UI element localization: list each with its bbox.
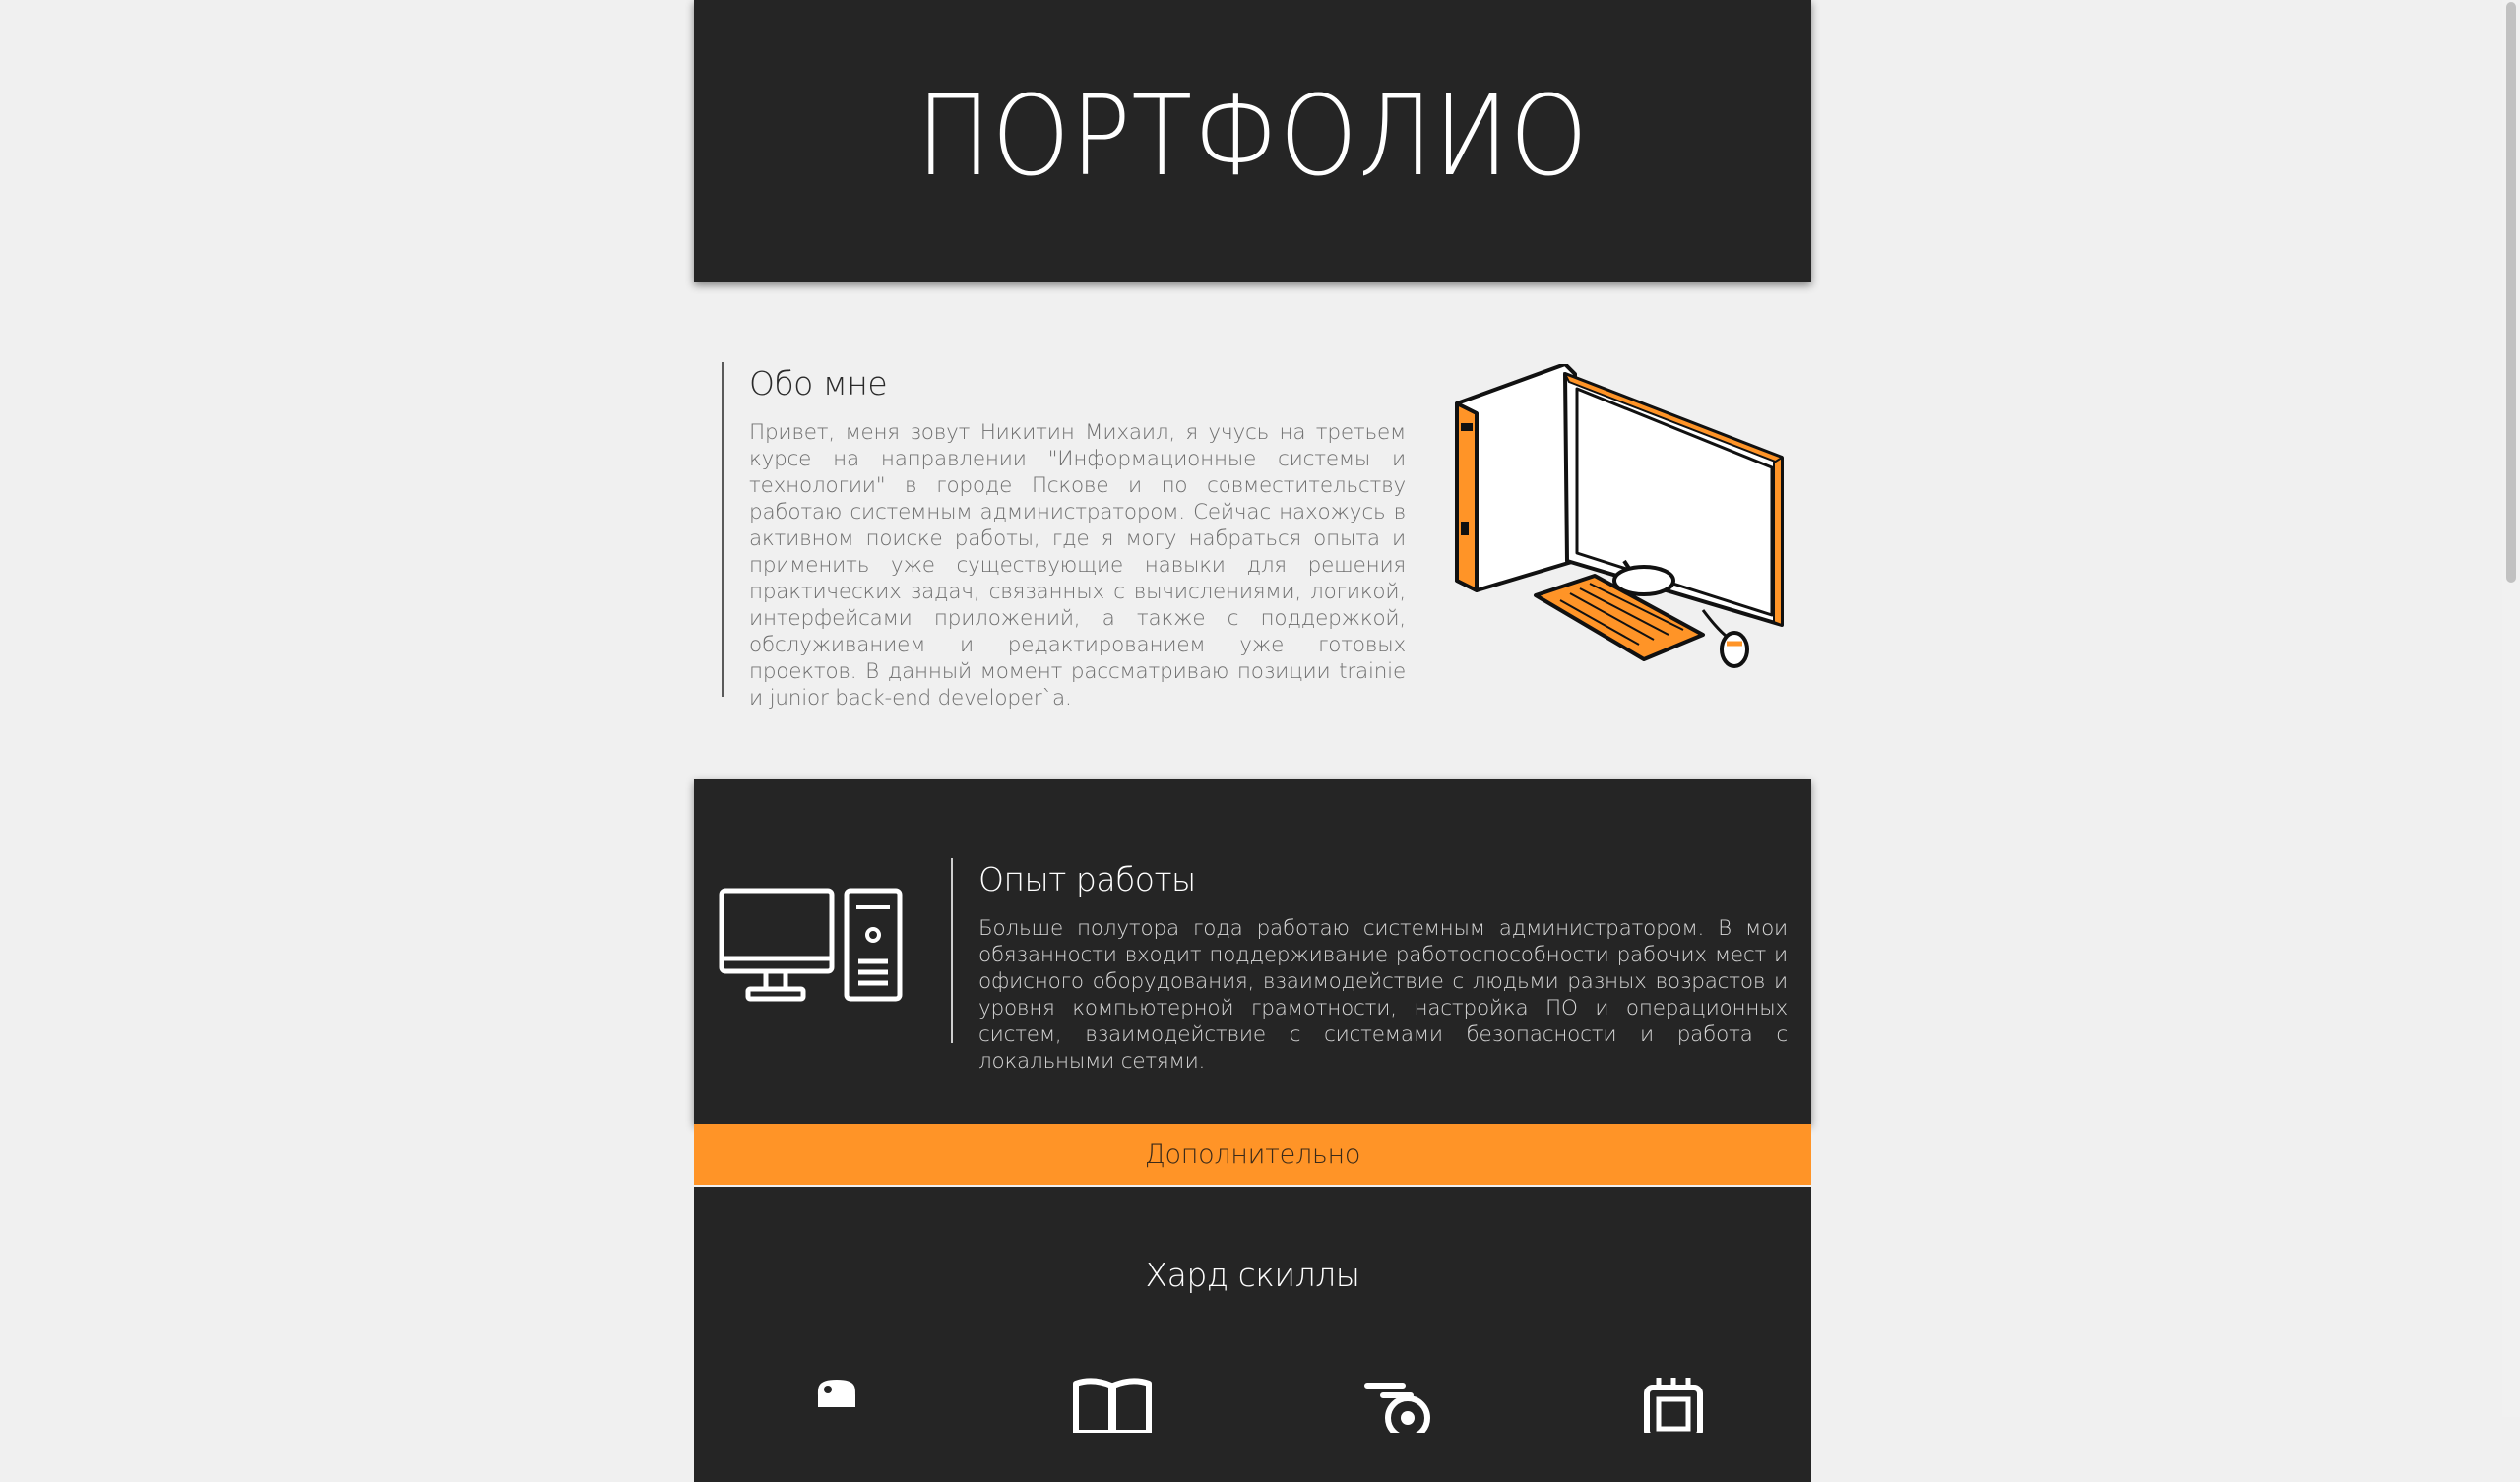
scrollbar-thumb[interactable] [2506, 2, 2516, 583]
about-section: Обо мне Привет, меня зовут Никитин Михаи… [694, 359, 1811, 710]
more-button[interactable]: Дополнительно [694, 1124, 1811, 1185]
experience-paragraph: Больше полутора года работаю системным а… [978, 916, 1788, 1074]
more-button-label: Дополнительно [1144, 1139, 1361, 1170]
about-paragraph: Привет, меня зовут Никитин Михаил, я учу… [749, 420, 1406, 710]
vertical-scrollbar[interactable] [2502, 0, 2520, 1417]
page-title: ПОРТФОЛИО [916, 72, 1589, 201]
page: ПОРТФОЛИО Обо мне Привет, меня зовут Ник… [0, 0, 2520, 1482]
experience-heading: Опыт работы [978, 860, 1196, 898]
experience-text-block: Опыт работы Больше полутора года работаю… [951, 858, 1788, 1074]
desktop-computer-icon [719, 888, 903, 1002]
hard-skills-heading: Хард скиллы [1145, 1256, 1360, 1294]
hard-skills-section: Хард скиллы [694, 1187, 1811, 1482]
about-text-block: Обо мне Привет, меня зовут Никитин Михаи… [722, 362, 1406, 710]
about-heading: Обо мне [749, 364, 888, 402]
experience-section: Опыт работы Больше полутора года работаю… [694, 779, 1811, 1124]
book-icon [1073, 1378, 1152, 1433]
python-icon [817, 1380, 856, 1407]
hero-banner: ПОРТФОЛИО [694, 0, 1811, 282]
chip-icon [1644, 1378, 1703, 1433]
computer-illustration-icon [1455, 364, 1784, 668]
blender-icon [1364, 1383, 1430, 1433]
